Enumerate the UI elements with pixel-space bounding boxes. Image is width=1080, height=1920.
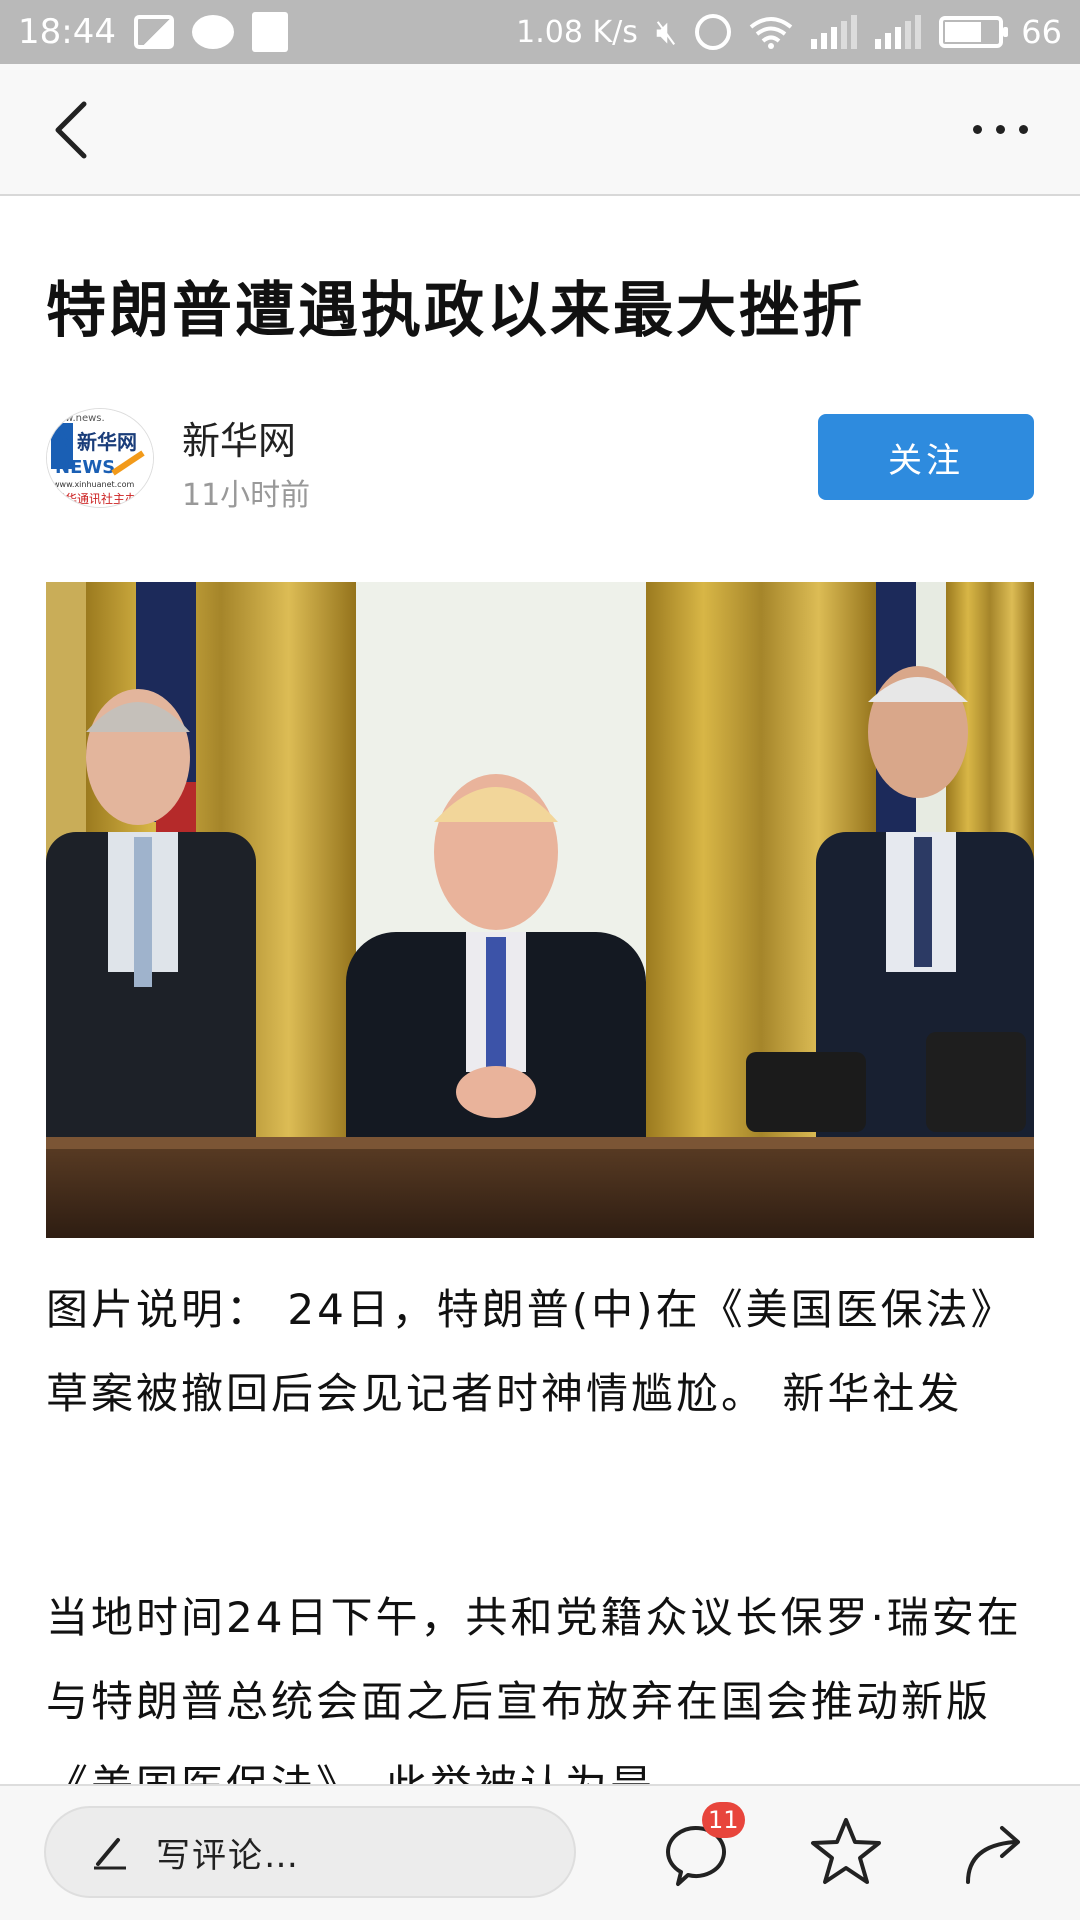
status-bar: 18:44 1.08 K/s 🔇︎ 66 xyxy=(0,0,1080,64)
svg-text:N: N xyxy=(52,421,75,454)
bottom-action-bar: 写评论… 11 xyxy=(0,1784,1080,1920)
comment-input[interactable]: 写评论… xyxy=(44,1806,576,1898)
mute-icon: 🔇︎ xyxy=(655,12,678,52)
svg-text:新华网: 新华网 xyxy=(77,430,137,454)
star-icon[interactable] xyxy=(806,1812,886,1892)
comment-placeholder: 写评论… xyxy=(156,1835,300,1876)
article-title: 特朗普遭遇执政以来最大挫折 xyxy=(46,276,865,346)
photo-icon xyxy=(133,15,174,49)
battery-level: 66 xyxy=(1021,13,1062,51)
battery-icon xyxy=(939,16,1009,48)
article-photo[interactable] xyxy=(46,582,1034,1238)
network-speed: 1.08 K/s xyxy=(516,14,638,50)
comment-count-badge: 11 xyxy=(702,1802,745,1838)
signal-icon xyxy=(875,15,922,49)
alarm-icon xyxy=(695,14,732,50)
share-icon[interactable] xyxy=(956,1812,1036,1892)
article-paragraph: 当地时间24日下午，共和党籍众议长保罗·瑞安在与特朗普总统会面之后宣布放弃在国会… xyxy=(46,1593,1022,1786)
follow-button[interactable]: 关注 xyxy=(818,414,1034,500)
chevron-left-icon[interactable] xyxy=(44,96,104,164)
more-horizontal-icon[interactable] xyxy=(960,104,1040,154)
chat-icon xyxy=(191,15,234,49)
signal-icon xyxy=(811,15,858,49)
author-name[interactable]: 新华网 xyxy=(182,410,296,465)
pen-icon xyxy=(94,1838,126,1870)
photo-caption: 图片说明： 24日，特朗普(中)在《美国医保法》草案被撤回后会见记者时神情尴尬。… xyxy=(46,1285,1016,1418)
publish-time: 11小时前 xyxy=(182,478,311,513)
svg-text:www.xinhuanet.com: www.xinhuanet.com xyxy=(53,480,134,489)
wifi-icon xyxy=(750,17,793,49)
document-icon xyxy=(251,12,288,52)
top-nav-bar xyxy=(0,64,1080,196)
svg-text:NEWS: NEWS xyxy=(55,457,115,478)
status-time: 18:44 xyxy=(18,12,116,52)
svg-text:新华通讯社主办: 新华通讯社主办 xyxy=(53,491,137,506)
author-avatar[interactable]: ww.news. N 新华网 NEWS www.xinhuanet.com 新华… xyxy=(46,408,154,508)
